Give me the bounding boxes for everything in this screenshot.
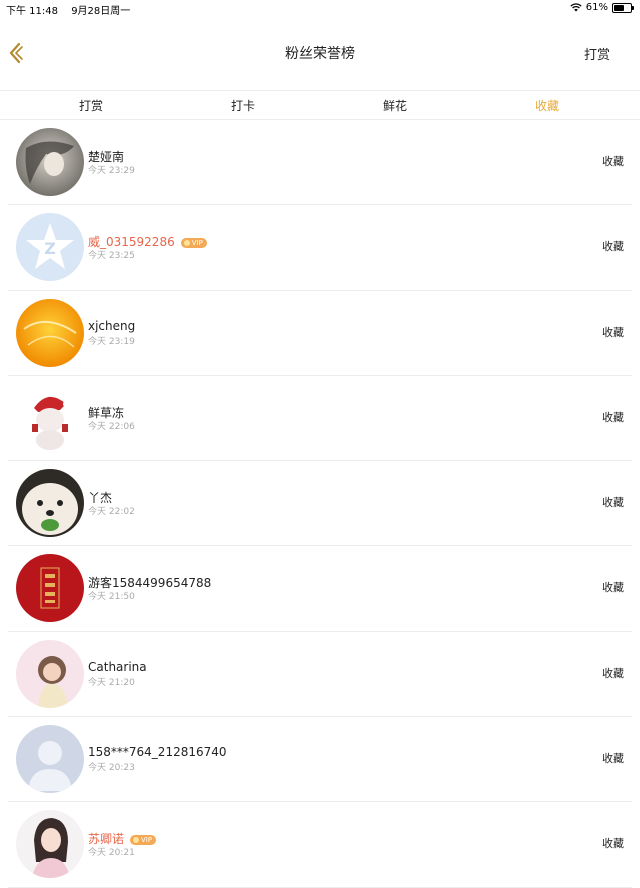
crown-icon	[183, 239, 190, 246]
status-bar: 下午 11:48 9月28日周一 61%	[0, 0, 640, 17]
crown-icon	[133, 836, 140, 843]
fan-list: 楚娅南 今天 23:29 收藏 Z 威_031592286 VIP 今天 23:2…	[0, 120, 640, 888]
status-right: 61%	[570, 2, 634, 13]
nav-bar: 粉丝荣誉榜 打赏	[0, 16, 640, 90]
avatar: Z	[16, 213, 84, 282]
avatar	[16, 554, 84, 623]
favorite-label: 收藏	[602, 837, 624, 851]
avatar	[16, 810, 84, 879]
list-item[interactable]: Z 威_031592286 VIP 今天 23:25 收藏	[8, 205, 632, 291]
fan-time: 今天 21:50	[88, 592, 135, 603]
avatar	[16, 725, 84, 794]
list-item[interactable]: Catharina 今天 21:20 收藏	[8, 632, 632, 718]
fan-name: Catharina	[88, 659, 147, 674]
favorite-label: 收藏	[602, 410, 624, 424]
list-item[interactable]: xjcheng 今天 23:19 收藏	[8, 291, 632, 376]
vip-badge: VIP	[180, 237, 207, 248]
favorite-label: 收藏	[602, 752, 624, 766]
fan-time: 今天 21:20	[88, 677, 135, 688]
fan-time: 今天 23:19	[88, 336, 135, 347]
list-item[interactable]: 苏卿诺 VIP 今天 20:21 收藏	[8, 802, 632, 888]
favorite-label: 收藏	[602, 581, 624, 595]
favorite-label: 收藏	[602, 496, 624, 510]
fan-name-text: 威_031592286	[88, 235, 175, 250]
tab-flowers[interactable]: 鲜花	[365, 97, 425, 114]
avatar	[16, 469, 84, 538]
reward-button[interactable]: 打赏	[584, 44, 610, 63]
avatar	[16, 298, 84, 367]
svg-text:Z: Z	[44, 239, 56, 258]
tab-checkin[interactable]: 打卡	[213, 97, 273, 114]
fan-name: 158***764_212816740	[88, 745, 227, 760]
fan-time: 今天 23:29	[88, 166, 135, 176]
tab-reward[interactable]: 打赏	[61, 97, 121, 114]
list-item[interactable]: 游客1584499654788 今天 21:50 收藏	[8, 546, 632, 632]
favorite-label: 收藏	[602, 666, 624, 680]
avatar	[16, 639, 84, 708]
status-left: 下午 11:48 9月28日周一	[6, 2, 140, 17]
fan-time: 今天 23:25	[88, 251, 135, 262]
list-item[interactable]: 鲜草冻 今天 22:06 收藏	[8, 376, 632, 462]
vip-badge: VIP	[130, 834, 157, 845]
vip-label: VIP	[191, 238, 203, 247]
vip-label: VIP	[141, 835, 153, 844]
avatar	[16, 128, 84, 196]
battery-fill	[614, 4, 624, 11]
fan-time: 今天 22:06	[88, 421, 135, 432]
favorite-label: 收藏	[602, 240, 624, 254]
favorite-label: 收藏	[602, 325, 624, 339]
fan-time: 今天 22:02	[88, 507, 135, 518]
wifi-icon	[570, 3, 582, 12]
favorite-label: 收藏	[602, 155, 624, 168]
battery-percent: 61%	[585, 2, 608, 13]
list-item[interactable]: 158***764_212816740 今天 20:23 收藏	[8, 717, 632, 803]
tab-bar: 打赏 打卡 鲜花 收藏	[0, 90, 640, 120]
fan-name-text: 苏卿诺	[88, 832, 125, 847]
list-item[interactable]: 楚娅南 今天 23:29 收藏	[8, 120, 632, 206]
fan-time: 今天 20:23	[88, 763, 135, 774]
avatar	[16, 383, 84, 452]
page-title: 粉丝荣誉榜	[285, 46, 355, 62]
tab-favorites[interactable]: 收藏	[517, 97, 577, 114]
list-item[interactable]: 丫杰 今天 22:02 收藏	[8, 461, 632, 547]
fan-name: xjcheng	[88, 318, 136, 333]
battery-icon	[612, 2, 634, 13]
fan-time: 今天 20:21	[88, 848, 135, 859]
